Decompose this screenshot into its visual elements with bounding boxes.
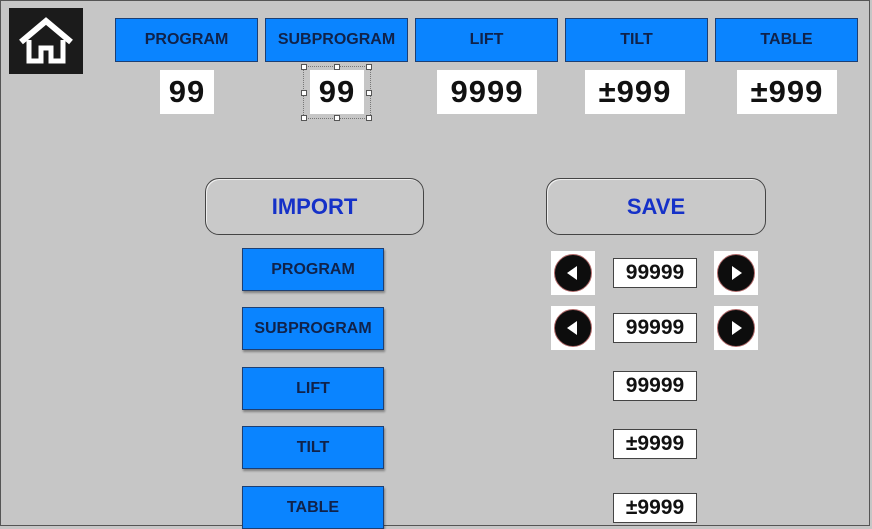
home-icon [19,17,73,64]
selection-handle[interactable] [334,115,340,121]
subprogram-prev-button[interactable] [551,306,595,350]
selection-handle[interactable] [366,64,372,70]
header-subprogram-button[interactable]: SUBPROGRAM [265,18,408,62]
header-lift-button[interactable]: LIFT [415,18,558,62]
header-program-value: 99 [160,70,214,114]
import-table-button[interactable]: TABLE [242,486,384,529]
program-number-field[interactable]: 99999 [613,258,697,288]
header-table-button[interactable]: TABLE [715,18,858,62]
selection-handle[interactable] [301,64,307,70]
selection-box [301,64,372,121]
arrow-left-icon [554,309,592,347]
selection-handle[interactable] [334,64,340,70]
selection-handle[interactable] [366,90,372,96]
subprogram-next-button[interactable] [714,306,758,350]
arrow-right-icon [717,254,755,292]
header-tilt-value: ±999 [585,70,685,114]
subprogram-number-field[interactable]: 99999 [613,313,697,343]
header-lift-value: 9999 [437,70,537,114]
selection-handle[interactable] [366,115,372,121]
program-next-button[interactable] [714,251,758,295]
arrow-right-icon [717,309,755,347]
arrow-left-icon [554,254,592,292]
header-table-value: ±999 [737,70,837,114]
header-program-button[interactable]: PROGRAM [115,18,258,62]
import-subprogram-button[interactable]: SUBPROGRAM [242,307,384,350]
selection-handle[interactable] [301,115,307,121]
import-program-button[interactable]: PROGRAM [242,248,384,291]
save-button[interactable]: SAVE [546,178,766,235]
home-button[interactable] [9,8,83,74]
program-prev-button[interactable] [551,251,595,295]
lift-number-field[interactable]: 99999 [613,371,697,401]
import-tilt-button[interactable]: TILT [242,426,384,469]
import-lift-button[interactable]: LIFT [242,367,384,410]
tilt-number-field[interactable]: ±9999 [613,429,697,459]
import-button[interactable]: IMPORT [205,178,424,235]
selection-handle[interactable] [301,90,307,96]
header-tilt-button[interactable]: TILT [565,18,708,62]
table-number-field[interactable]: ±9999 [613,493,697,523]
